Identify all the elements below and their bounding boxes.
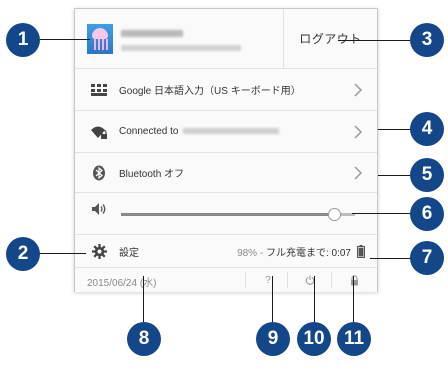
callout-leader-10 — [314, 276, 315, 322]
chevron-right-icon — [354, 166, 363, 180]
avatar-jellyfish-head — [92, 28, 108, 39]
volume-slider-thumb[interactable] — [327, 208, 341, 221]
lock-button[interactable] — [341, 270, 367, 290]
user-email-redacted — [121, 45, 241, 51]
logout-button[interactable]: ログアウト — [284, 9, 377, 68]
callout-leader-9 — [272, 276, 273, 322]
avatar — [87, 24, 113, 54]
ime-row[interactable]: Google 日本語入力（US キーボード用） — [75, 69, 377, 111]
callout-11: 11 — [337, 322, 371, 356]
avatar-jellyfish-tentacle — [102, 39, 104, 50]
callout-9: 9 — [256, 322, 290, 356]
callout-leader-4 — [378, 129, 412, 130]
callout-1: 1 — [6, 23, 40, 57]
battery-icon — [357, 245, 365, 258]
user-row: ログアウト — [75, 9, 377, 69]
callout-leader-7 — [370, 258, 412, 259]
gear-icon — [89, 241, 109, 261]
callout-10: 10 — [297, 322, 331, 356]
footer-divider — [287, 272, 288, 288]
callout-8: 8 — [127, 322, 161, 356]
ime-label: Google 日本語入力（US キーボード用） — [119, 86, 301, 97]
keyboard-grid-icon — [89, 80, 109, 100]
callout-3: 3 — [410, 23, 444, 57]
avatar-jellyfish-tentacle — [98, 39, 100, 50]
chevron-right-icon — [354, 125, 363, 139]
system-tray-panel: ログアウト Google 日本語入力（US キーボード用） Connected … — [74, 8, 378, 292]
footer-row: 2015/06/24 (水) ? — [75, 268, 377, 292]
power-button[interactable] — [297, 270, 323, 290]
chevron-right-icon — [354, 83, 363, 97]
wifi-locked-icon — [89, 122, 109, 142]
callout-4: 4 — [410, 112, 444, 146]
battery-status: 98% - フル充電まで: 0:07 — [237, 244, 351, 259]
callout-leader-3 — [338, 40, 412, 41]
callout-leader-1 — [38, 39, 90, 40]
callout-leader-6 — [352, 213, 412, 214]
network-name-redacted — [182, 128, 279, 135]
help-icon: ? — [265, 274, 271, 286]
battery-charge-time: フル充電まで: 0:07 — [265, 248, 351, 259]
settings-label: 設定 — [119, 248, 139, 259]
wifi-status-text: Connected to — [119, 126, 179, 137]
callout-leader-8 — [143, 276, 144, 322]
footer-divider — [331, 272, 332, 288]
user-name-redacted — [121, 30, 183, 37]
bluetooth-label: Bluetooth オフ — [119, 169, 185, 180]
wifi-row[interactable]: Connected to — [75, 111, 377, 153]
lock-icon — [350, 274, 358, 285]
wifi-label: Connected to — [119, 126, 279, 137]
help-button[interactable]: ? — [255, 270, 281, 290]
avatar-jellyfish-tentacle — [106, 39, 108, 50]
callout-2: 2 — [6, 237, 40, 271]
volume-row — [75, 193, 377, 235]
volume-slider[interactable] — [121, 208, 355, 221]
footer-divider — [245, 272, 246, 288]
avatar-jellyfish-tentacle — [94, 39, 96, 50]
callout-leader-5 — [378, 175, 412, 176]
callout-5: 5 — [410, 158, 444, 192]
callout-leader-11 — [353, 276, 354, 322]
callout-7: 7 — [410, 241, 444, 275]
settings-row[interactable]: 設定 98% - フル充電まで: 0:07 — [75, 235, 377, 268]
footer-date: 2015/06/24 (水) — [87, 278, 157, 289]
bluetooth-icon — [89, 163, 109, 183]
callout-leader-2 — [38, 253, 86, 254]
bluetooth-row[interactable]: Bluetooth オフ — [75, 153, 377, 193]
volume-slider-fill — [121, 213, 334, 216]
callout-6: 6 — [410, 197, 444, 231]
battery-percent: 98% - — [237, 248, 264, 259]
speaker-icon[interactable] — [89, 199, 109, 219]
